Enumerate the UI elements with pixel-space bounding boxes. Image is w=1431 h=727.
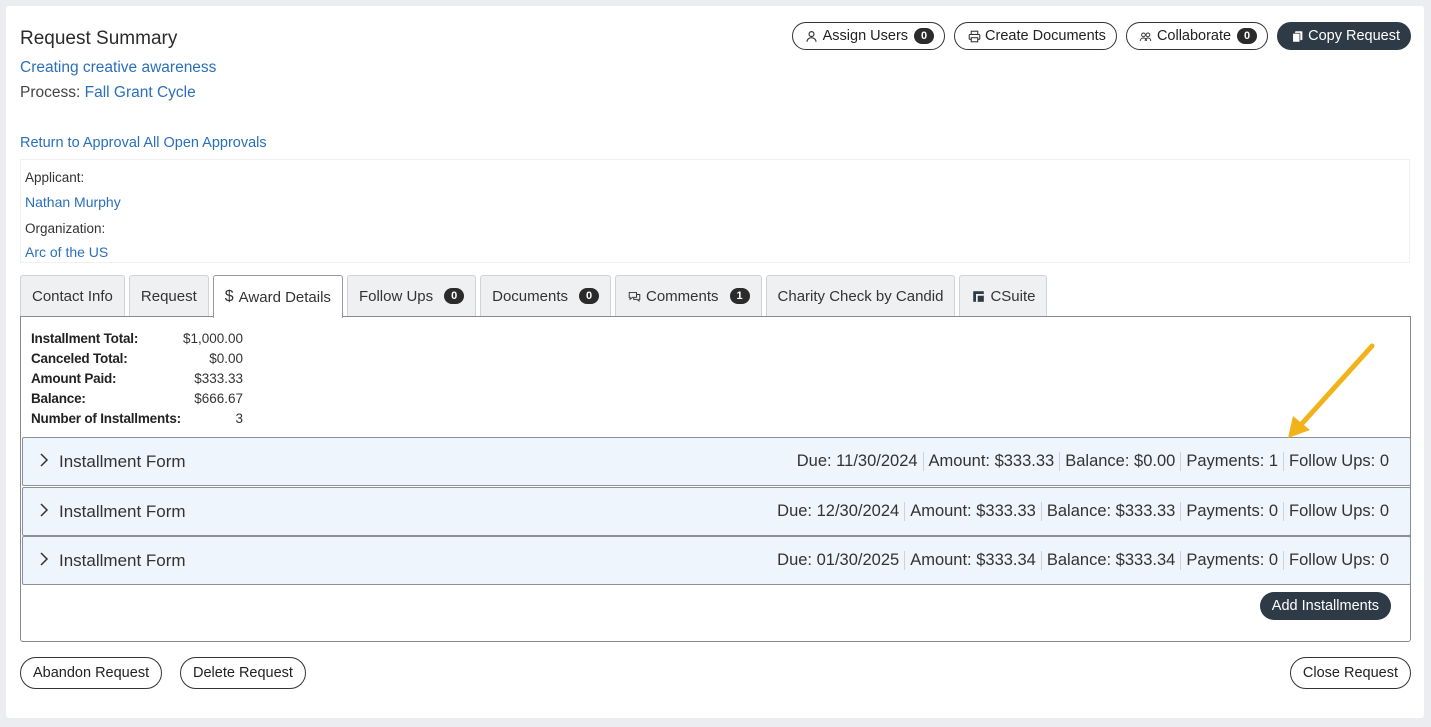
tab-label: Request <box>140 287 197 305</box>
chevron-right-icon <box>29 453 59 470</box>
installment-payments: Payments: 0 <box>1180 502 1283 521</box>
installment-balance: Balance: $333.33 <box>1040 502 1180 521</box>
process-line: Process: Fall Grant Cycle <box>20 84 196 102</box>
summary-label: Installment Total: <box>31 330 139 346</box>
tab-bar: Contact Info Request $ Award Details Fol… <box>20 275 1048 318</box>
top-actions: Assign Users 0 Create Documents Collabor… <box>791 22 1411 50</box>
summary-label: Canceled Total: <box>31 350 128 366</box>
tab-award-details[interactable]: $ Award Details <box>212 275 343 318</box>
summary-value: $666.67 <box>194 390 243 406</box>
installment-row[interactable]: Installment Form Due: 11/30/2024 Amount:… <box>22 437 1411 486</box>
collaborate-count-badge: 0 <box>1237 28 1258 44</box>
installment-balance: Balance: $0.00 <box>1059 452 1180 471</box>
installment-payments: Payments: 0 <box>1180 551 1283 570</box>
installment-name: Installment Form <box>59 550 186 570</box>
summary-value: $0.00 <box>209 350 243 366</box>
assign-users-label: Assign Users <box>822 28 909 44</box>
applicant-label: Applicant: <box>25 170 85 185</box>
award-summary: Installment Total: $1,000.00 Canceled To… <box>31 328 243 428</box>
installment-row[interactable]: Installment Form Due: 12/30/2024 Amount:… <box>22 487 1411 536</box>
summary-row: Balance: $666.67 <box>31 388 243 408</box>
installment-amount: Amount: $333.33 <box>904 502 1041 521</box>
installment-name: Installment Form <box>59 501 186 521</box>
tab-label: Follow Ups <box>358 287 434 305</box>
award-details-panel: Installment Total: $1,000.00 Canceled To… <box>20 316 1411 642</box>
summary-row: Number of Installments: 3 <box>31 408 243 428</box>
installment-name: Installment Form <box>59 451 186 471</box>
documents-count-badge: 0 <box>579 288 599 304</box>
installment-balance: Balance: $333.34 <box>1040 551 1180 570</box>
applicant-name-link[interactable]: Nathan Murphy <box>25 194 121 210</box>
installment-follow-ups: Follow Ups: 0 <box>1283 551 1394 570</box>
comments-icon <box>627 289 641 303</box>
summary-row: Canceled Total: $0.00 <box>31 348 243 368</box>
installment-follow-ups: Follow Ups: 0 <box>1283 502 1394 521</box>
copy-request-label: Copy Request <box>1308 28 1400 44</box>
summary-value: $333.33 <box>194 370 243 386</box>
copy-icon <box>1290 29 1304 43</box>
summary-row: Amount Paid: $333.33 <box>31 368 243 388</box>
tab-label: Comments <box>646 287 719 305</box>
collaborate-label: Collaborate <box>1156 28 1232 44</box>
organization-name-link[interactable]: Arc of the US <box>25 244 108 260</box>
summary-label: Amount Paid: <box>31 370 117 386</box>
tab-label: Charity Check by Candid <box>777 287 944 305</box>
create-documents-button[interactable]: Create Documents <box>954 22 1117 50</box>
installment-due: Due: 01/30/2025 <box>777 551 900 569</box>
user-icon <box>805 29 819 43</box>
installment-due: Due: 11/30/2024 <box>796 452 918 470</box>
tab-documents[interactable]: Documents 0 <box>480 275 611 316</box>
csuite-logo-icon <box>971 289 985 303</box>
installment-meta: Due: 01/30/2025 Amount: $333.34 Balance:… <box>772 551 1410 570</box>
page-title: Request Summary <box>20 28 178 49</box>
annotation-arrow-icon <box>1288 343 1375 438</box>
tab-comments[interactable]: Comments 1 <box>615 275 762 316</box>
summary-value: 3 <box>235 410 243 426</box>
return-to-approval-link[interactable]: Return to Approval All Open Approvals <box>20 135 267 151</box>
tab-label: Award Details <box>238 288 331 306</box>
installment-follow-ups: Follow Ups: 0 <box>1283 452 1394 471</box>
request-summary-card: Request Summary Creating creative awaren… <box>6 6 1424 718</box>
dollar-icon: $ <box>224 288 234 305</box>
users-icon <box>1139 29 1153 43</box>
summary-label: Balance: <box>31 390 86 406</box>
chevron-right-icon <box>29 503 59 520</box>
tab-contact-info[interactable]: Contact Info <box>20 275 125 316</box>
tab-label: Contact Info <box>32 287 113 305</box>
installment-meta: Due: 11/30/2024 Amount: $333.33 Balance:… <box>792 452 1410 471</box>
organization-label: Organization: <box>25 221 106 236</box>
close-request-button[interactable]: Close Request <box>1289 657 1411 689</box>
create-documents-label: Create Documents <box>985 28 1106 44</box>
add-installments-button[interactable]: Add Installments <box>1259 592 1391 620</box>
tab-label: Documents <box>492 287 568 305</box>
installment-amount: Amount: $333.33 <box>922 452 1060 471</box>
chevron-right-icon <box>29 552 59 569</box>
installment-meta: Due: 12/30/2024 Amount: $333.33 Balance:… <box>772 502 1410 521</box>
summary-value: $1,000.00 <box>182 330 243 346</box>
tab-request[interactable]: Request <box>128 275 209 316</box>
follow-ups-count-badge: 0 <box>444 288 465 304</box>
installment-amount: Amount: $333.34 <box>904 551 1041 570</box>
tab-charity-check[interactable]: Charity Check by Candid <box>765 275 956 316</box>
installment-payments: Payments: 1 <box>1180 452 1283 471</box>
process-link[interactable]: Fall Grant Cycle <box>85 84 196 101</box>
tab-follow-ups[interactable]: Follow Ups 0 <box>346 275 477 316</box>
copy-request-button[interactable]: Copy Request <box>1277 22 1411 50</box>
tab-csuite[interactable]: CSuite <box>959 275 1048 316</box>
applicant-info-box: Applicant: Nathan Murphy Organization: A… <box>20 159 1410 263</box>
collaborate-button[interactable]: Collaborate 0 <box>1125 22 1269 50</box>
assign-users-count-badge: 0 <box>914 28 935 44</box>
request-name-link[interactable]: Creating creative awareness <box>20 59 216 77</box>
process-label: Process: <box>20 84 81 101</box>
summary-label: Number of Installments: <box>31 410 181 426</box>
delete-request-button[interactable]: Delete Request <box>180 657 306 689</box>
summary-row: Installment Total: $1,000.00 <box>31 328 243 348</box>
printer-icon <box>967 29 981 43</box>
tab-label: CSuite <box>990 287 1036 305</box>
installment-row[interactable]: Installment Form Due: 01/30/2025 Amount:… <box>22 536 1411 585</box>
assign-users-button[interactable]: Assign Users 0 <box>791 22 946 50</box>
installment-due: Due: 12/30/2024 <box>777 502 900 520</box>
comments-count-badge: 1 <box>729 288 750 304</box>
abandon-request-button[interactable]: Abandon Request <box>20 657 163 689</box>
